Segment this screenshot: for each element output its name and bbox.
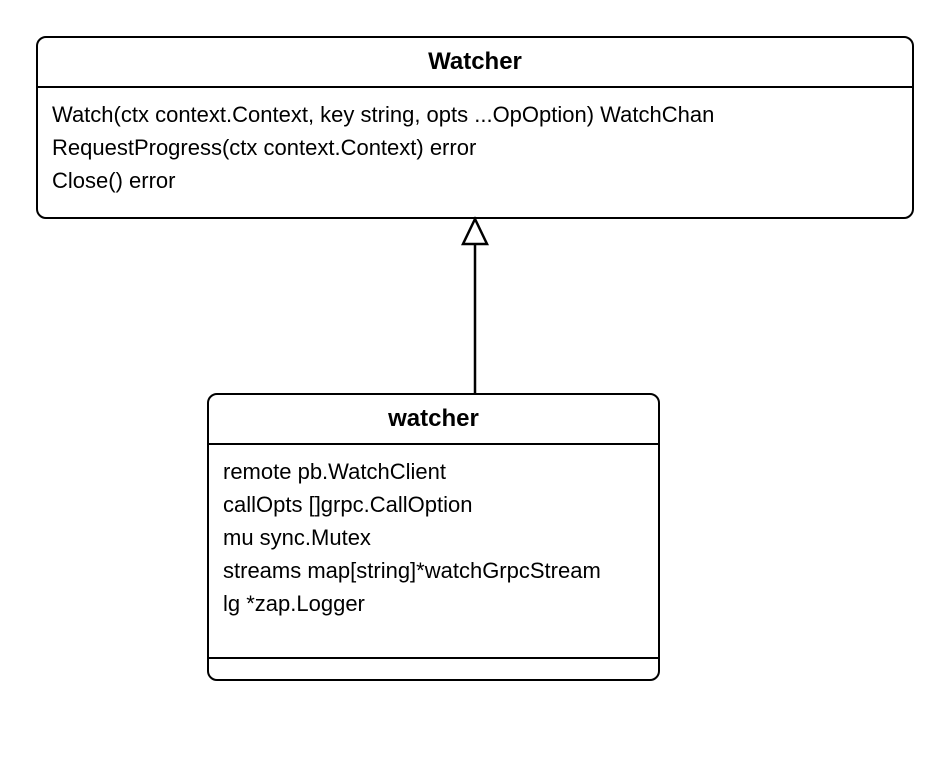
diagram-canvas: Watcher Watch(ctx context.Context, key s… <box>0 0 950 762</box>
generalization-arrow <box>0 0 950 762</box>
